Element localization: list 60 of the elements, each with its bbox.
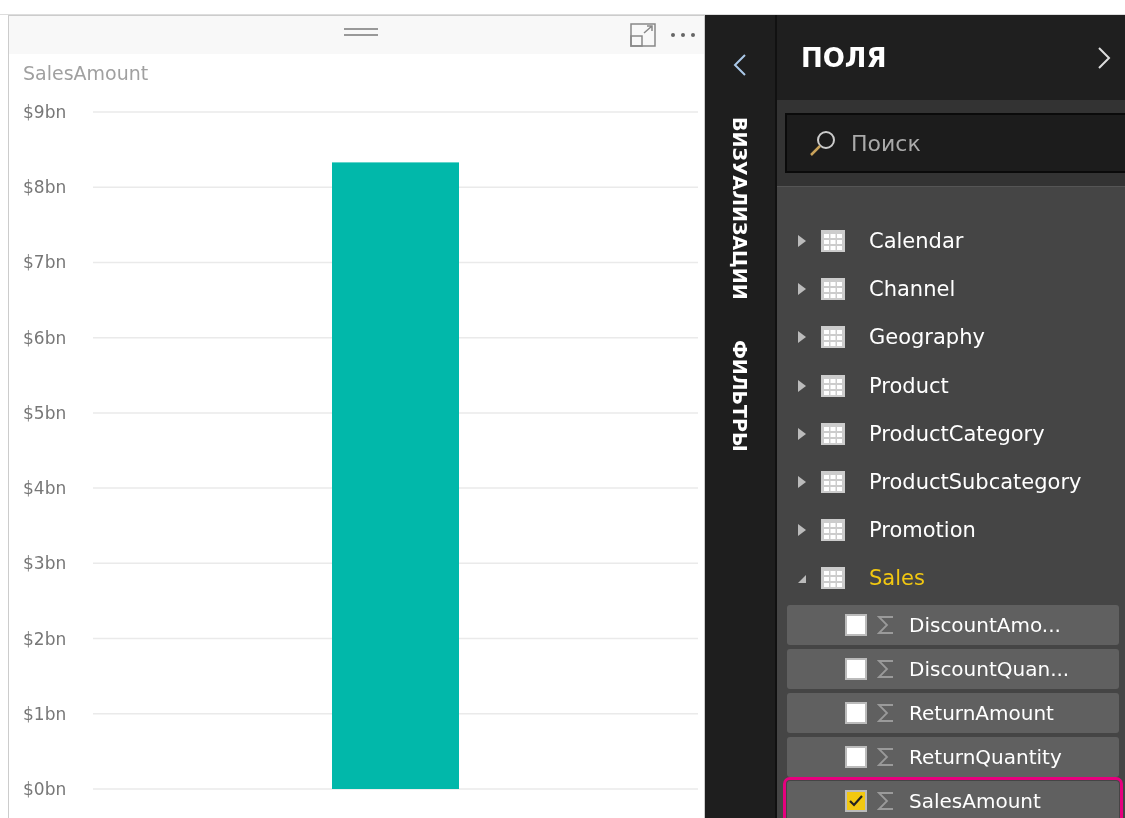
- pane-title: ПОЛЯ: [801, 42, 887, 73]
- search-field[interactable]: Поиск: [785, 113, 1125, 173]
- more-options-icon[interactable]: [670, 32, 696, 38]
- axis-tick-label: $2bn: [23, 628, 67, 649]
- side-tab[interactable]: ФИЛЬТРЫ: [729, 339, 751, 452]
- expand-triangle-icon[interactable]: [797, 282, 807, 297]
- table-item[interactable]: ProductCategory: [777, 409, 1125, 458]
- checkbox[interactable]: [845, 789, 867, 812]
- drag-handle-icon[interactable]: [344, 26, 378, 38]
- expand-triangle-icon[interactable]: [797, 330, 807, 345]
- table-item[interactable]: Calendar: [777, 217, 1125, 266]
- chart-title: SalesAmount: [22, 61, 150, 86]
- axis-tick-label: $8bn: [23, 177, 67, 198]
- axis-tick-label: $5bn: [23, 402, 67, 423]
- table-item[interactable]: Geography: [777, 313, 1125, 362]
- table-item[interactable]: Promotion: [777, 506, 1125, 555]
- axis-tick-label: $4bn: [23, 478, 67, 499]
- expand-triangle-icon[interactable]: [797, 426, 807, 441]
- table-icon: [821, 422, 845, 445]
- expand-triangle-icon[interactable]: [797, 475, 807, 490]
- table-item[interactable]: Channel: [777, 265, 1125, 314]
- field-item[interactable]: DiscountAmo...: [787, 604, 1119, 645]
- axis-tick-label: $1bn: [23, 703, 67, 724]
- chevron-left-icon[interactable]: [733, 53, 747, 77]
- table-icon: [821, 567, 845, 590]
- axis-tick-label: $0bn: [23, 779, 67, 799]
- table-icon: [821, 374, 845, 397]
- table-icon: [821, 471, 845, 494]
- table-icon: [821, 230, 845, 253]
- table-item[interactable]: ProductSubcategory: [777, 457, 1125, 507]
- table-item[interactable]: Sales: [777, 554, 1125, 603]
- sigma-icon: [877, 790, 895, 811]
- focus-mode-icon[interactable]: [630, 23, 656, 47]
- field-item[interactable]: ReturnAmount: [787, 692, 1119, 733]
- table-item[interactable]: Product: [777, 361, 1125, 410]
- sigma-icon: [877, 702, 895, 723]
- side-tab[interactable]: ВИЗУАЛИЗАЦИИ: [729, 117, 751, 300]
- sigma-icon: [877, 614, 895, 635]
- table-icon: [821, 326, 845, 349]
- axis-tick-label: $6bn: [23, 327, 67, 348]
- field-item[interactable]: ReturnQuantity: [787, 736, 1119, 777]
- axis-tick-label: $3bn: [23, 553, 67, 574]
- checkbox[interactable]: [845, 613, 867, 636]
- axis-tick-label: $7bn: [23, 252, 67, 273]
- table-icon: [821, 278, 845, 301]
- axis-tick-label: $9bn: [23, 102, 67, 122]
- expand-triangle-icon[interactable]: [797, 523, 807, 538]
- search-input[interactable]: Поиск: [849, 129, 1053, 157]
- expand-triangle-icon[interactable]: [797, 378, 807, 393]
- table-icon: [821, 519, 845, 542]
- field-item[interactable]: DiscountQuan...: [787, 648, 1119, 689]
- checkbox[interactable]: [845, 745, 867, 768]
- checkbox[interactable]: [845, 701, 867, 724]
- sigma-icon: [877, 658, 895, 679]
- search-icon: [809, 129, 837, 157]
- sigma-icon: [877, 746, 895, 767]
- chevron-right-icon[interactable]: [1097, 45, 1111, 70]
- checkbox[interactable]: [845, 657, 867, 680]
- check-icon: [849, 794, 863, 807]
- expand-triangle-icon[interactable]: [797, 234, 807, 249]
